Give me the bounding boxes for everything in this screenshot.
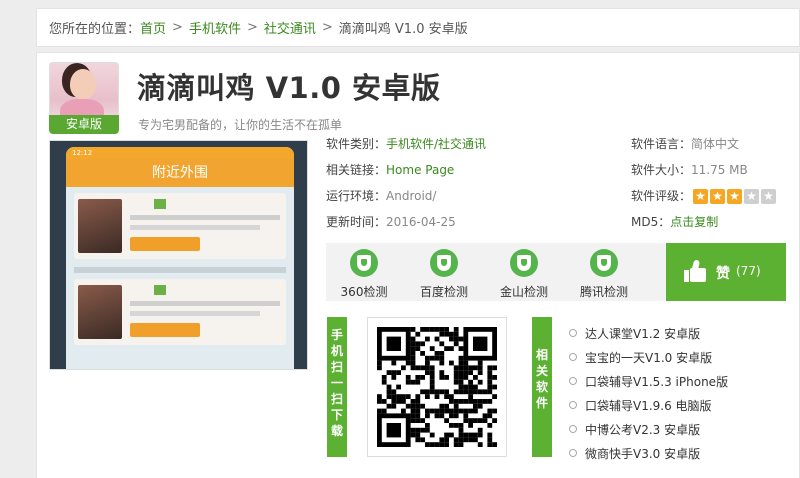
env-row: 运行环境：Android/ — [326, 187, 436, 204]
language-value: 简体中文 — [691, 137, 740, 151]
scan-download-tab: 手 机 扫 一 扫 下 载 — [327, 317, 347, 457]
star-filled-icon: ★ — [693, 189, 709, 204]
security-check-bar: 360检测 百度检测 金山检测 腾讯检测 — [326, 243, 666, 301]
phone-status-bar: 12:12 — [66, 147, 294, 159]
app-subtitle: 专为宅男配备的，让你的生活不在孤单 — [138, 118, 343, 132]
breadcrumb-separator: > — [246, 20, 258, 35]
scan-tab-char: 一 — [330, 376, 343, 390]
platform-badge: 安卓版 — [49, 115, 119, 134]
star-empty-icon: ★ — [761, 189, 777, 204]
related-tab-char: 软 — [535, 380, 548, 394]
star-filled-icon: ★ — [727, 189, 743, 204]
related-item-label: 口袋辅导V1.9.6 电脑版 — [585, 398, 712, 413]
scan-tab-char: 扫 — [330, 360, 343, 374]
shield-icon — [590, 249, 618, 277]
md5-row: MD5：点击复制 — [631, 213, 718, 230]
related-item[interactable]: 中博公考V2.3 安卓版 — [569, 417, 728, 441]
rating-row: 软件评级： ★ ★ ★ ★ ★ — [631, 187, 778, 204]
update-row: 更新时间：2016-04-25 — [326, 213, 456, 230]
rating-stars: ★ ★ ★ ★ ★ — [693, 189, 778, 204]
update-value: 2016-04-25 — [386, 215, 456, 229]
check-kingsoft[interactable]: 金山检测 — [494, 249, 554, 300]
update-label: 更新时间： — [326, 215, 387, 229]
related-software-list: 达人课堂V1.2 安卓版 宝宝的一天V1.0 安卓版 口袋辅导V1.5.3 iP… — [569, 321, 728, 465]
like-label: 赞 — [716, 266, 730, 282]
app-screenshot[interactable]: 12:12 附近外围 — [49, 140, 308, 370]
app-title: 滴滴叫鸡 V1.0 安卓版 — [137, 71, 441, 105]
shield-icon — [350, 249, 378, 277]
app-detail-panel: 安卓版 滴滴叫鸡 V1.0 安卓版 专为宅男配备的，让你的生活不在孤单 12:1… — [36, 52, 800, 478]
breadcrumb-prefix: 您所在的位置： — [49, 22, 141, 37]
bullet-icon — [569, 425, 577, 433]
related-item[interactable]: 口袋辅导V1.9.6 电脑版 — [569, 393, 728, 417]
language-row: 软件语言：简体中文 — [631, 135, 739, 152]
related-item[interactable]: 达人课堂V1.2 安卓版 — [569, 321, 728, 345]
related-tab-char: 关 — [535, 364, 548, 378]
scan-tab-char: 载 — [330, 424, 343, 438]
language-label: 软件语言： — [631, 137, 692, 151]
link-label: 相关链接： — [326, 163, 387, 177]
check-360[interactable]: 360检测 — [334, 249, 394, 300]
phone-screen: 12:12 附近外围 — [66, 147, 294, 369]
related-item[interactable]: 微商快手V3.0 安卓版 — [569, 441, 728, 465]
md5-copy-link[interactable]: 点击复制 — [670, 215, 718, 229]
check-label: 金山检测 — [499, 285, 548, 299]
related-item[interactable]: 宝宝的一天V1.0 安卓版 — [569, 345, 728, 369]
breadcrumb-social-link[interactable]: 社交通讯 — [264, 18, 316, 37]
check-label: 360检测 — [340, 285, 388, 299]
category-link[interactable]: 手机软件/社交通讯 — [386, 137, 486, 151]
profile-card — [74, 193, 286, 259]
size-row: 软件大小：11.75 MB — [631, 161, 748, 178]
related-tab-char: 件 — [535, 396, 548, 410]
bullet-icon — [569, 449, 577, 457]
download-qr-code — [367, 317, 507, 457]
star-filled-icon: ★ — [710, 189, 726, 204]
category-label: 软件类别： — [326, 137, 387, 151]
star-empty-icon: ★ — [744, 189, 760, 204]
shield-icon — [430, 249, 458, 277]
scan-tab-char: 手 — [330, 328, 343, 342]
env-value: Android/ — [386, 189, 437, 203]
homepage-link[interactable]: Home Page — [386, 163, 454, 177]
bullet-icon — [569, 353, 577, 361]
related-tab-char: 相 — [535, 348, 548, 362]
md5-label: MD5： — [631, 215, 671, 229]
breadcrumb-separator: > — [172, 20, 183, 35]
check-label: 百度检测 — [419, 285, 468, 299]
breadcrumb-separator: > — [321, 20, 333, 35]
like-count: (77) — [736, 264, 761, 278]
breadcrumb-home-link[interactable]: 首页 — [140, 18, 166, 37]
link-row: 相关链接：Home Page — [326, 161, 454, 178]
bullet-icon — [569, 377, 577, 385]
thumbs-up-icon — [684, 259, 706, 282]
size-value: 11.75 MB — [691, 163, 748, 177]
like-button[interactable]: 赞 (77) — [666, 243, 786, 301]
profile-card — [74, 279, 286, 345]
phone-header: 附近外围 — [66, 159, 294, 187]
scan-tab-char: 下 — [330, 408, 343, 422]
scan-tab-char: 扫 — [330, 392, 343, 406]
check-label: 腾讯检测 — [579, 285, 628, 299]
check-tencent[interactable]: 腾讯检测 — [574, 249, 634, 300]
shield-icon — [510, 249, 538, 277]
breadcrumb-current: 滴滴叫鸡 V1.0 安卓版 — [338, 22, 468, 37]
rating-label: 软件评级： — [631, 189, 692, 203]
size-label: 软件大小： — [631, 163, 692, 177]
related-item-label: 微商快手V3.0 安卓版 — [585, 446, 701, 461]
related-item[interactable]: 口袋辅导V1.5.3 iPhone版 — [569, 369, 728, 393]
bullet-icon — [569, 329, 577, 337]
bullet-icon — [569, 401, 577, 409]
related-item-label: 中博公考V2.3 安卓版 — [585, 422, 701, 437]
related-software-tab: 相 关 软 件 — [532, 317, 552, 457]
category-row: 软件类别：手机软件/社交通讯 — [326, 135, 486, 152]
related-item-label: 宝宝的一天V1.0 安卓版 — [585, 350, 713, 365]
qr-code-image — [377, 327, 497, 447]
breadcrumb-mobile-software-link[interactable]: 手机软件 — [189, 18, 241, 37]
breadcrumb: 您所在的位置： 首页 > 手机软件 > 社交通讯 > 滴滴叫鸡 V1.0 安卓版 — [36, 8, 800, 47]
scan-tab-char: 机 — [330, 344, 343, 358]
related-item-label: 口袋辅导V1.5.3 iPhone版 — [585, 374, 729, 389]
related-item-label: 达人课堂V1.2 安卓版 — [585, 326, 701, 341]
check-baidu[interactable]: 百度检测 — [414, 249, 474, 300]
env-label: 运行环境： — [326, 189, 387, 203]
